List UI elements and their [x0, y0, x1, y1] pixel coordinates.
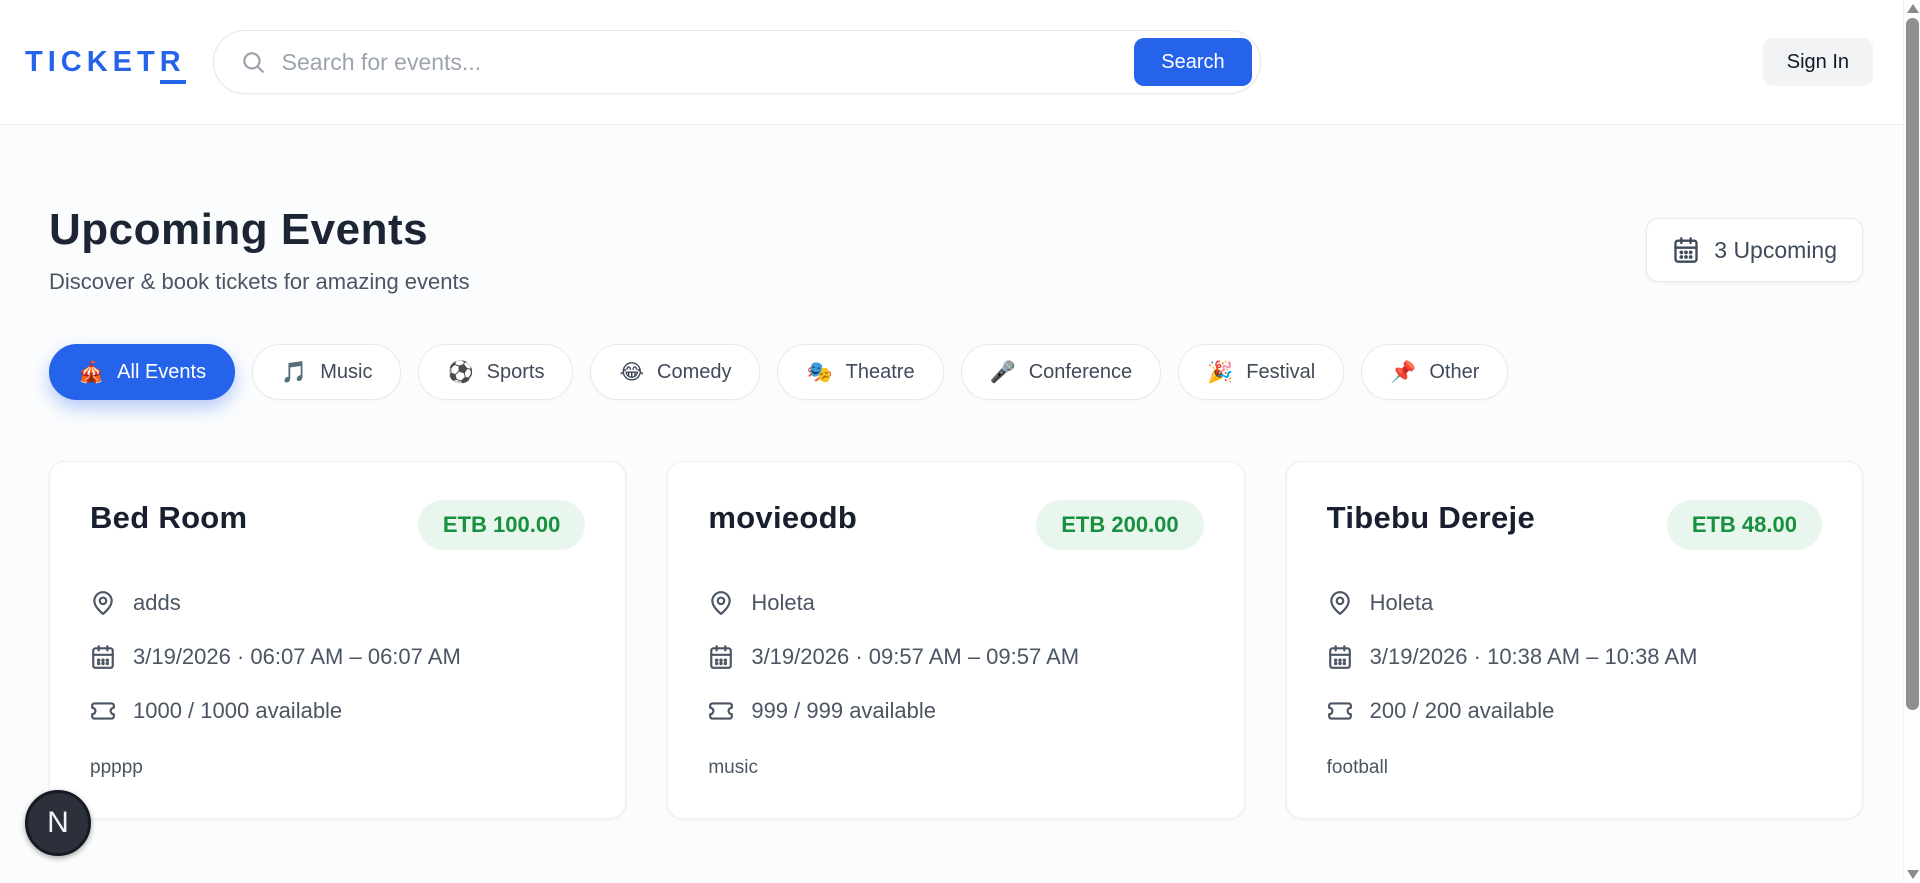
brand-logo-text: TICKET: [25, 45, 160, 78]
event-availability: 1000 / 1000 available: [133, 698, 343, 723]
filter-label: Comedy: [657, 360, 732, 383]
filter-sports[interactable]: ⚽ Sports: [418, 344, 574, 400]
filter-label: Sports: [486, 360, 545, 383]
calendar-icon: [710, 645, 733, 669]
price-badge: ETB 100.00: [417, 500, 586, 550]
price-badge: ETB 200.00: [1036, 500, 1204, 550]
laughing-face-icon: 😂: [619, 360, 644, 384]
filter-other[interactable]: 📌 Other: [1361, 344, 1509, 400]
music-note-icon: 🎵: [281, 360, 308, 384]
event-datetime: 3/19/2026 · 06:07 AM – 06:07 AM: [133, 644, 461, 669]
filter-all-events[interactable]: 🎪 All Events: [49, 344, 236, 400]
calendar-icon: [92, 645, 114, 669]
card-header: Tibebu Dereje ETB 48.00: [1327, 500, 1822, 550]
event-datetime-row: 3/19/2026 · 06:07 AM – 06:07 AM: [90, 644, 585, 670]
theatre-masks-icon: 🎭: [806, 360, 833, 384]
filter-festival[interactable]: 🎉 Festival: [1178, 344, 1345, 400]
map-pin-icon: [711, 591, 732, 615]
party-popper-icon: 🎉: [1207, 360, 1234, 384]
event-title: movieodb: [708, 500, 858, 535]
event-datetime: 3/19/2026 · 10:38 AM – 10:38 AM: [1369, 644, 1698, 669]
ticket-icon: [91, 702, 115, 720]
event-datetime-row: 3/19/2026 · 09:57 AM – 09:57 AM: [708, 644, 1203, 670]
sign-in-button[interactable]: Sign In: [1762, 38, 1873, 86]
event-location-row: Holeta: [708, 590, 1203, 616]
filter-theatre[interactable]: 🎭 Theatre: [777, 344, 944, 400]
event-card[interactable]: movieodb ETB 200.00 Holeta 3/19/2026 · 0…: [667, 461, 1245, 819]
page-subtitle: Discover & book tickets for amazing even…: [49, 269, 470, 294]
event-tag: football: [1326, 757, 1388, 778]
event-location-row: Holeta: [1327, 590, 1822, 616]
map-pin-icon: [93, 591, 113, 615]
brand-logo[interactable]: TICKETR: [25, 45, 186, 84]
event-tag: ppppp: [90, 757, 143, 778]
event-title: Bed Room: [90, 500, 248, 535]
filter-conference[interactable]: 🎤 Conference: [960, 344, 1162, 400]
top-header: TICKETR Search Sign In: [0, 0, 1920, 125]
filter-comedy[interactable]: 😂 Comedy: [590, 344, 761, 400]
event-availability-row: 200 / 200 available: [1327, 698, 1822, 724]
scrollbar-thumb[interactable]: [1906, 18, 1919, 710]
main-content: Upcoming Events Discover & book tickets …: [0, 125, 1920, 819]
filter-label: Festival: [1246, 360, 1316, 383]
card-header: movieodb ETB 200.00: [708, 500, 1204, 550]
filter-label: Theatre: [845, 360, 915, 383]
event-availability: 200 / 200 available: [1369, 698, 1555, 723]
map-pin-icon: [1329, 591, 1350, 615]
filter-music[interactable]: 🎵 Music: [252, 344, 402, 400]
search-button[interactable]: Search: [1134, 38, 1252, 86]
ticket-icon: [709, 702, 734, 720]
title-block: Upcoming Events Discover & book tickets …: [49, 205, 470, 295]
event-card-grid: Bed Room ETB 100.00 adds 3/19/2026 · 06:…: [49, 461, 1863, 819]
circus-tent-icon: 🎪: [78, 360, 105, 384]
event-location-row: adds: [90, 590, 585, 616]
event-card[interactable]: Tibebu Dereje ETB 48.00 Holeta 3/19/2026…: [1285, 461, 1863, 819]
event-location: Holeta: [1369, 590, 1434, 615]
upcoming-count-label: 3 Upcoming: [1714, 236, 1837, 263]
title-row: Upcoming Events Discover & book tickets …: [49, 205, 1863, 295]
event-card[interactable]: Bed Room ETB 100.00 adds 3/19/2026 · 06:…: [49, 461, 627, 819]
search-icon: [242, 52, 264, 73]
page-title: Upcoming Events: [49, 205, 429, 254]
card-header: Bed Room ETB 100.00: [90, 500, 586, 550]
filter-label: Music: [320, 360, 373, 383]
nextjs-dev-button[interactable]: N: [25, 790, 91, 856]
price-badge: ETB 48.00: [1666, 500, 1822, 550]
ticket-icon: [1327, 702, 1352, 720]
vertical-scrollbar: [1903, 0, 1920, 883]
soccer-ball-icon: ⚽: [447, 360, 474, 384]
search-bar: Search: [212, 30, 1261, 94]
brand-logo-suffix: R: [159, 45, 186, 84]
calendar-icon: [1674, 237, 1698, 263]
scrollbar-up-arrow[interactable]: [1907, 4, 1919, 13]
event-tag: music: [708, 757, 758, 778]
category-filters: 🎪 All Events 🎵 Music ⚽ Sports 😂 Comedy 🎭…: [49, 344, 1863, 400]
event-availability: 999 / 999 available: [751, 698, 937, 723]
filter-label: Conference: [1028, 360, 1133, 383]
microphone-icon: 🎤: [989, 360, 1016, 384]
upcoming-count-badge: 3 Upcoming: [1646, 218, 1863, 282]
search-input[interactable]: [281, 48, 1135, 76]
event-location: adds: [133, 590, 181, 615]
event-datetime: 3/19/2026 · 09:57 AM – 09:57 AM: [751, 644, 1080, 669]
pushpin-icon: 📌: [1390, 360, 1417, 384]
scrollbar-down-arrow[interactable]: [1907, 870, 1919, 879]
event-location: Holeta: [751, 590, 815, 615]
event-title: Tibebu Dereje: [1326, 500, 1535, 535]
filter-label: Other: [1429, 360, 1480, 383]
calendar-icon: [1328, 645, 1351, 669]
event-datetime-row: 3/19/2026 · 10:38 AM – 10:38 AM: [1327, 644, 1822, 670]
event-availability-row: 999 / 999 available: [708, 698, 1203, 724]
event-availability-row: 1000 / 1000 available: [90, 698, 585, 724]
filter-label: All Events: [117, 360, 207, 383]
